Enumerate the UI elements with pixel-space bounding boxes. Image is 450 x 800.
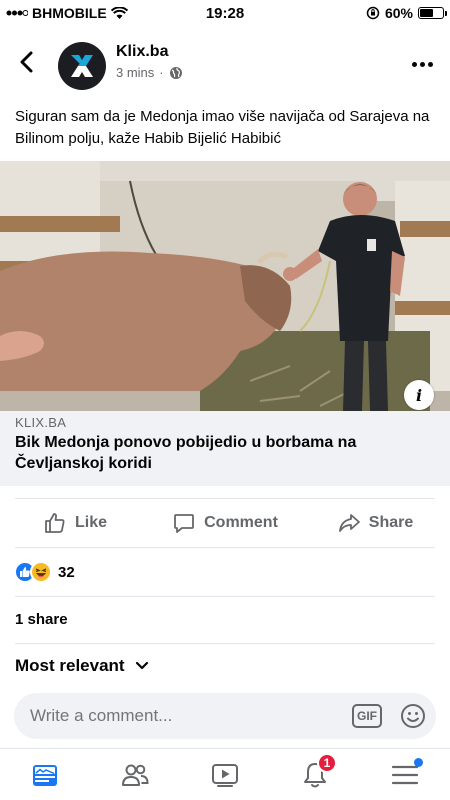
page-avatar[interactable] <box>58 42 106 90</box>
share-label: Share <box>368 513 414 531</box>
comment-sort-selector[interactable]: Most relevant <box>15 656 149 676</box>
comment-button[interactable]: Comment <box>150 511 300 535</box>
like-label: Like <box>74 513 107 531</box>
bottom-tab-bar: 1 <box>0 748 450 800</box>
tab-friends[interactable] <box>90 749 180 800</box>
link-domain: KLIX.BA <box>15 415 67 430</box>
share-button[interactable]: Share <box>300 511 450 535</box>
info-button[interactable]: i <box>404 380 434 410</box>
like-button[interactable]: Like <box>0 511 150 535</box>
reaction-count: 32 <box>58 563 75 581</box>
tab-menu[interactable] <box>360 749 450 800</box>
status-bar: BHMOBILE 19:28 60% <box>0 0 450 26</box>
comment-composer: GIF <box>14 693 436 739</box>
reactions-summary[interactable]: 32 <box>14 560 75 584</box>
carrier-name: BHMOBILE <box>32 5 107 21</box>
divider <box>15 498 435 499</box>
notification-badge: 1 <box>317 752 337 773</box>
dot <box>419 61 425 67</box>
more-options-button[interactable] <box>410 54 434 74</box>
wifi-icon <box>110 6 128 19</box>
thumbs-up-icon <box>45 512 65 533</box>
link-preview-image[interactable] <box>0 161 450 411</box>
bull-photo <box>0 161 450 411</box>
back-arrow-icon[interactable] <box>14 48 42 76</box>
post-text: Siguran sam da je Medonja imao više navi… <box>15 108 430 147</box>
divider <box>15 596 435 597</box>
sort-label: Most relevant <box>15 656 125 675</box>
orientation-lock-icon <box>366 6 380 20</box>
battery-level <box>420 9 434 17</box>
tab-notifications[interactable]: 1 <box>270 749 360 800</box>
link-title: Bik Medonja ponovo pobijedio u borbama n… <box>15 434 357 472</box>
gif-button[interactable]: GIF <box>352 704 382 728</box>
news-feed-icon <box>33 764 57 786</box>
post-time[interactable]: 3 mins <box>116 65 154 80</box>
tab-watch[interactable] <box>180 749 270 800</box>
tab-news-feed[interactable] <box>0 749 90 800</box>
link-preview-info[interactable]: KLIX.BA Bik Medonja ponovo pobijedio u b… <box>0 411 450 486</box>
comment-input[interactable] <box>30 693 340 739</box>
menu-indicator-dot <box>414 757 423 767</box>
emoji-icon[interactable] <box>400 703 426 729</box>
divider <box>15 547 435 548</box>
divider <box>15 643 435 644</box>
dot <box>427 61 433 67</box>
post-header: Klix.ba 3 mins · <box>0 40 450 90</box>
share-count[interactable]: 1 share <box>15 611 68 628</box>
laughing-face-icon <box>35 568 47 578</box>
status-time: 19:28 <box>205 4 245 22</box>
globe-icon <box>169 66 182 79</box>
battery-percent: 60% <box>384 5 413 21</box>
signal-icon <box>6 10 28 16</box>
battery-icon <box>418 7 447 19</box>
chevron-down-icon <box>135 661 148 670</box>
meta-separator: · <box>159 65 164 80</box>
dot <box>411 61 417 67</box>
page-name[interactable]: Klix.ba <box>116 43 168 61</box>
haha-reaction-icon <box>30 561 52 583</box>
comment-label: Comment <box>204 513 278 531</box>
comment-icon <box>174 513 195 533</box>
action-bar: Like Comment Share <box>0 500 450 545</box>
post-meta: 3 mins · <box>116 65 183 80</box>
klix-logo-icon <box>71 55 93 77</box>
friends-icon <box>122 764 149 786</box>
share-icon <box>338 513 360 532</box>
watch-icon <box>212 763 238 787</box>
